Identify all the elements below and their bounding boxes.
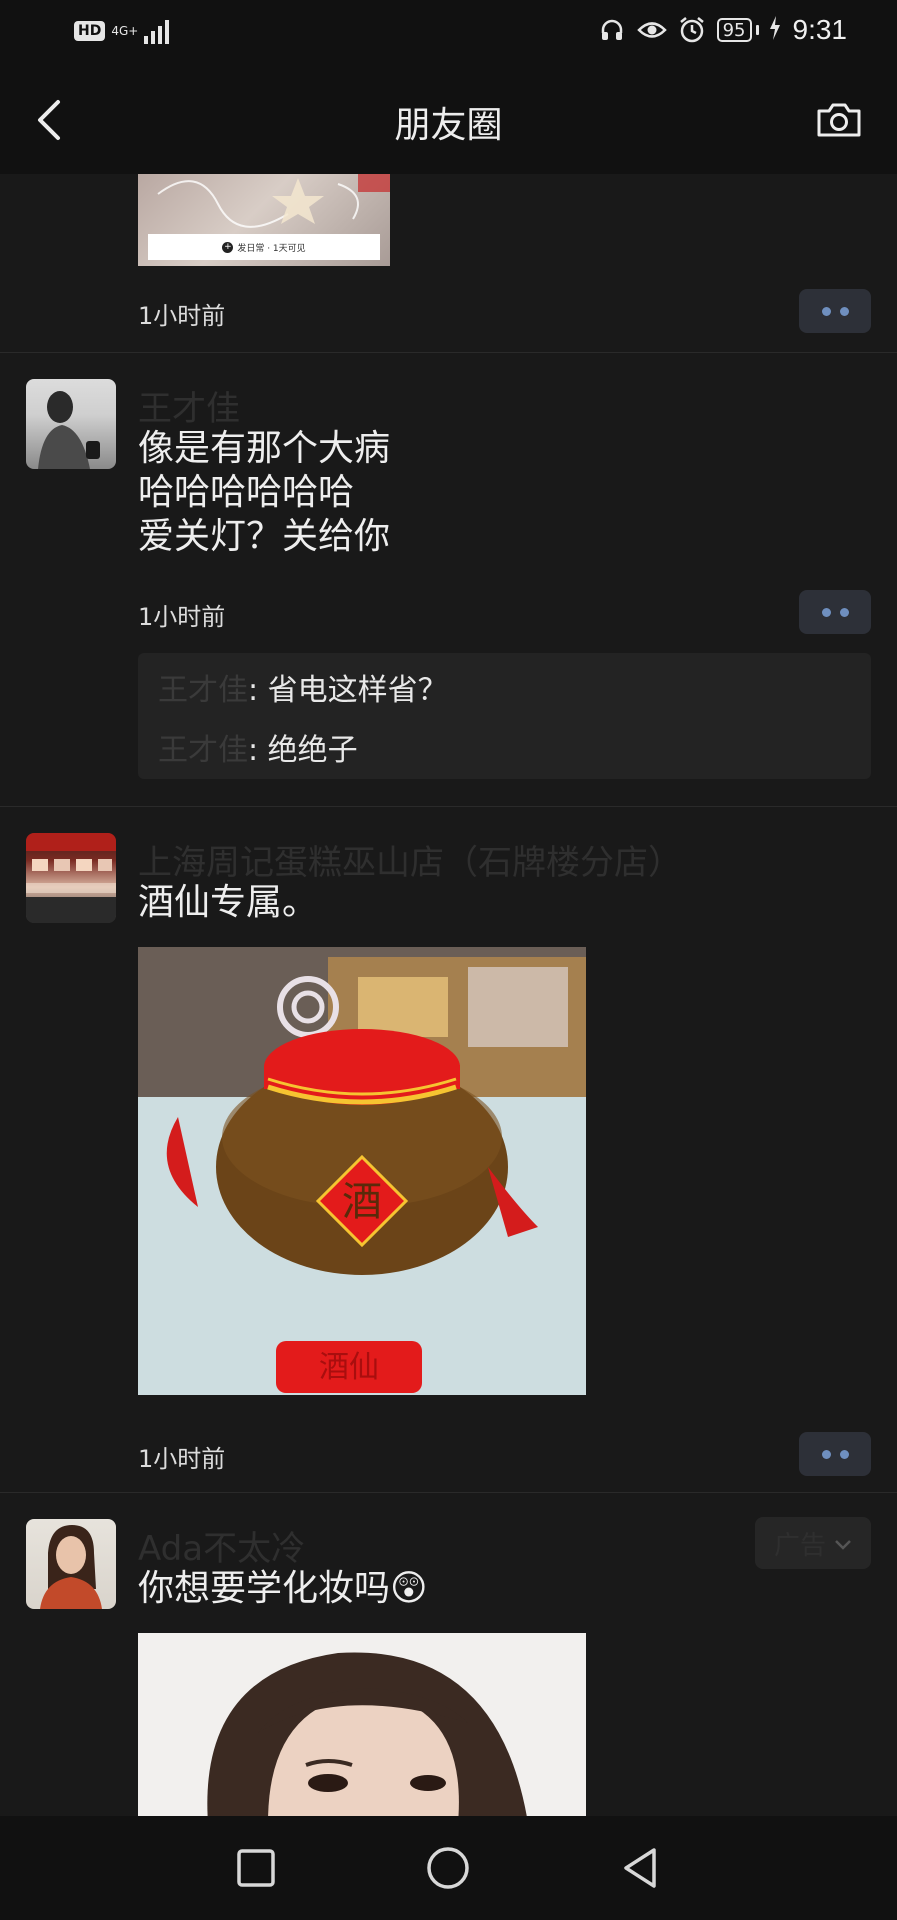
dot-icon: [839, 1449, 849, 1459]
avatar[interactable]: [26, 833, 116, 923]
image-label-center: 酒: [342, 1179, 382, 1225]
moments-feed[interactable]: + 发日常 · 1天可见 1小时前 王才佳 像是有那个大病 哈哈哈哈哈哈 爱关灯…: [0, 174, 897, 1816]
moment-post: Ada不太冷 广告 你想要学化妆吗😲: [0, 1493, 897, 1816]
eye-icon: [636, 15, 667, 45]
moment-post: + 发日常 · 1天可见 1小时前: [0, 174, 897, 352]
recent-apps-button[interactable]: [226, 1838, 286, 1898]
chevron-down-icon: [834, 1528, 852, 1558]
poster-name[interactable]: 上海周记蛋糕巫山店（石牌楼分店）: [138, 835, 682, 884]
status-bar: HD 4G+ 95 9:31: [0, 0, 897, 66]
post-time: 1小时前: [138, 302, 226, 330]
post-text-line: 像是有那个大病: [138, 428, 391, 469]
post-time: 1小时前: [138, 1445, 226, 1473]
comment-text: 省电这样省？: [267, 673, 448, 708]
post-text-line: 爱关灯？关给你: [138, 516, 391, 557]
status-time: 9:31: [792, 14, 848, 45]
avatar[interactable]: [26, 1519, 116, 1609]
more-button[interactable]: [799, 289, 871, 333]
dot-icon: [839, 607, 849, 617]
post-text: 你想要学化妆吗😲: [138, 1568, 428, 1609]
post-image[interactable]: + 发日常 · 1天可见: [138, 174, 390, 266]
commenter-name[interactable]: 王才佳: [158, 733, 248, 768]
image-label-bottom: 酒仙: [319, 1350, 379, 1385]
plus-icon: +: [222, 241, 234, 253]
network-type: 4G+: [111, 24, 139, 38]
page-title: 朋友圈: [394, 105, 503, 146]
comment[interactable]: 王才佳: 省电这样省？: [158, 661, 851, 721]
back-button[interactable]: [610, 1838, 670, 1898]
post-time: 1小时前: [138, 603, 226, 631]
dot-icon: [821, 1449, 831, 1459]
status-left: HD 4G+: [74, 18, 170, 44]
comment-text: 绝绝子: [267, 733, 358, 768]
post-text-line: 哈哈哈哈哈哈: [138, 472, 355, 513]
post-text: 酒仙专属。: [138, 882, 319, 923]
camera-icon[interactable]: [811, 94, 867, 146]
status-right: 95 9:31: [597, 14, 847, 46]
comment-sep: :: [248, 733, 268, 768]
more-button[interactable]: [799, 590, 871, 634]
dot-icon: [821, 607, 831, 617]
battery-indicator: 95: [716, 18, 759, 42]
comment-box: 王才佳: 省电这样省？ 王才佳: 绝绝子: [138, 653, 871, 779]
dot-icon: [839, 306, 849, 316]
poster-name[interactable]: Ada不太冷: [138, 1521, 305, 1570]
signal-icon: [144, 18, 170, 44]
commenter-name[interactable]: 王才佳: [158, 673, 248, 708]
system-nav-bar: [0, 1816, 897, 1920]
ad-tag[interactable]: 广告: [755, 1517, 871, 1569]
hd-indicator: HD: [74, 21, 106, 41]
alarm-icon: [677, 15, 707, 45]
ad-label: 广告: [773, 1530, 826, 1561]
comment-sep: :: [248, 673, 268, 708]
nav-bar: 朋友圈: [0, 66, 897, 174]
battery-level: 95: [716, 18, 752, 42]
image-caption: 发日常 · 1天可见: [237, 243, 306, 254]
poster-name[interactable]: 王才佳: [138, 381, 240, 430]
charging-icon: [769, 16, 781, 44]
post-image[interactable]: 酒 酒仙: [138, 947, 586, 1395]
moment-post: 上海周记蛋糕巫山店（石牌楼分店） 酒仙专属。 酒 酒仙 1小时前: [0, 807, 897, 1513]
dot-icon: [821, 306, 831, 316]
headphone-icon: [597, 15, 627, 45]
comment[interactable]: 王才佳: 绝绝子: [158, 721, 851, 781]
more-button[interactable]: [799, 1432, 871, 1476]
avatar[interactable]: [26, 379, 116, 469]
home-button[interactable]: [418, 1838, 478, 1898]
post-image[interactable]: [138, 1633, 586, 1816]
